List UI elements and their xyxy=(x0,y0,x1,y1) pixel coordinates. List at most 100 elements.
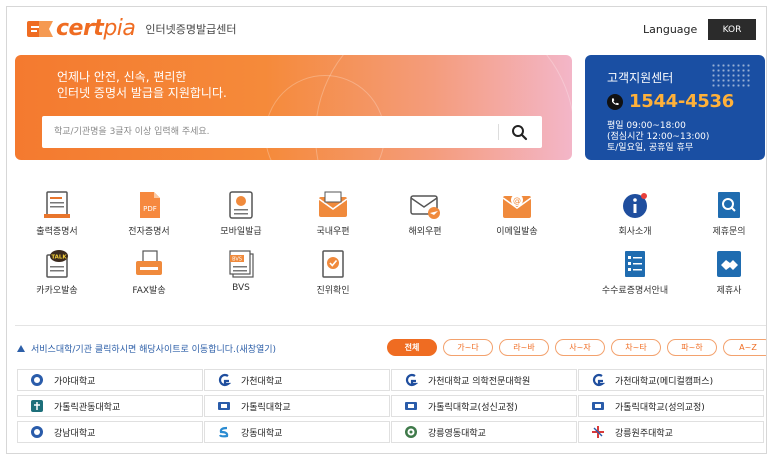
school-link[interactable]: 가톨릭대학교 xyxy=(204,395,390,417)
tab-ra-ba[interactable]: 라~바 xyxy=(499,339,549,356)
school-emblem-icon xyxy=(31,400,43,412)
notice-icon xyxy=(17,345,25,352)
tab-a-z[interactable]: A~Z xyxy=(723,339,766,356)
school-name: 가톨릭대학교 xyxy=(241,402,291,413)
logo-subtitle: 인터넷증명발급센터 xyxy=(145,23,237,36)
menu-label: 출력증명서 xyxy=(36,227,78,237)
menu-label: BVS xyxy=(232,283,250,293)
support-center: 고객지원센터 1544-4536 평일 09:00~18:00 (점심시간 12… xyxy=(585,55,765,160)
menu-partnership-inquiry[interactable]: 제휴문의 xyxy=(689,190,766,237)
school-link[interactable]: 가천대학교 의학전문대학원 xyxy=(391,369,577,391)
document-search-icon xyxy=(718,192,740,218)
envelope-icon xyxy=(318,191,348,217)
menu-bvs[interactable]: BVS BVS xyxy=(201,249,281,293)
language-select[interactable]: KOR xyxy=(708,19,756,40)
notice-text: 서비스대학/기관 클릭하시면 해당사이트로 이동합니다.(새창열기) xyxy=(31,345,277,355)
logo[interactable]: certpia 인터넷증명발급센터 xyxy=(27,17,236,41)
tab-all[interactable]: 전체 xyxy=(387,339,437,356)
tab-cha-ta[interactable]: 차~타 xyxy=(611,339,661,356)
airmail-icon xyxy=(410,195,440,219)
search-input[interactable] xyxy=(54,116,494,148)
menu-mobile-issue[interactable]: 모바일발급 xyxy=(201,190,281,237)
school-link[interactable]: 가톨릭관동대학교 xyxy=(17,395,203,417)
hero-line-2: 인터넷 증명서 발급을 지원합니다. xyxy=(57,86,227,100)
certpia-logo-icon xyxy=(27,21,53,37)
menu-label: 카카오발송 xyxy=(36,286,78,296)
fee-list-icon xyxy=(625,251,645,277)
section-divider xyxy=(15,325,766,326)
menu-label: 국내우편 xyxy=(316,227,350,237)
tab-sa-ja[interactable]: 사~자 xyxy=(555,339,605,356)
svg-text:PDF: PDF xyxy=(143,205,157,213)
school-emblem-icon xyxy=(31,426,43,438)
school-emblem-icon xyxy=(405,426,417,438)
school-emblem-icon xyxy=(592,373,605,387)
school-name: 가천대학교 xyxy=(241,376,283,387)
school-link[interactable]: 가톨릭대학교(성신교정) xyxy=(391,395,577,417)
school-name: 가톨릭관동대학교 xyxy=(54,402,121,413)
school-name: 가톨릭대학교(성의교정) xyxy=(615,402,705,413)
hero-banner: 언제나 안전, 신속, 편리한 인터넷 증명서 발급을 지원합니다. xyxy=(15,55,572,160)
menu-partners[interactable]: 제휴사 xyxy=(689,249,766,296)
menu-label: 회사소개 xyxy=(618,227,652,237)
menu-fee-certificate-guide[interactable]: 수수료증명서안내 xyxy=(595,249,675,296)
school-link[interactable]: 가천대학교(메디컬캠퍼스) xyxy=(578,369,764,391)
support-title: 고객지원센터 xyxy=(607,71,674,85)
menu-label: 해외우편 xyxy=(408,227,442,237)
handshake-icon xyxy=(717,251,741,277)
menu-print-certificate[interactable]: 출력증명서 xyxy=(17,190,97,237)
search-icon[interactable] xyxy=(508,122,530,142)
school-emblem-icon xyxy=(592,426,604,438)
menu-company-intro[interactable]: 회사소개 xyxy=(595,190,675,237)
support-phone[interactable]: 1544-4536 xyxy=(607,91,734,112)
school-link[interactable]: 강릉원주대학교 xyxy=(578,421,764,443)
print-document-icon xyxy=(44,191,70,218)
school-link[interactable]: 가야대학교 xyxy=(17,369,203,391)
notice: 서비스대학/기관 클릭하시면 해당사이트로 이동합니다.(새창열기) xyxy=(17,342,276,355)
menu-label: FAX발송 xyxy=(132,286,166,296)
menu-fax-send[interactable]: FAX발송 xyxy=(109,249,189,296)
menu-e-certificate[interactable]: PDF 전자증명서 xyxy=(109,190,189,237)
decor-dots xyxy=(711,63,751,87)
search-box xyxy=(42,116,542,148)
school-emblem-icon xyxy=(405,373,418,387)
menu-kakao-send[interactable]: TALK 카카오발송 xyxy=(17,249,97,296)
school-name: 강동대학교 xyxy=(241,428,283,439)
tab-ga-da[interactable]: 가~다 xyxy=(443,339,493,356)
menu-overseas-mail[interactable]: 해외우편 xyxy=(385,190,465,237)
logo-text: certpia xyxy=(56,16,136,41)
phone-icon xyxy=(607,93,623,110)
school-link[interactable]: 강남대학교 xyxy=(17,421,203,443)
school-name: 가천대학교(메디컬캠퍼스) xyxy=(615,376,714,387)
search-separator xyxy=(498,124,499,140)
school-emblem-icon xyxy=(219,426,229,438)
mobile-certificate-icon xyxy=(229,191,253,219)
school-emblem-icon xyxy=(218,402,230,410)
school-link[interactable]: 강동대학교 xyxy=(204,421,390,443)
hero-title: 언제나 안전, 신속, 편리한 인터넷 증명서 발급을 지원합니다. xyxy=(57,69,227,101)
menu-email-send[interactable]: @ 이메일발송 xyxy=(477,190,557,237)
header: certpia 인터넷증명발급센터 Language KOR xyxy=(7,7,766,51)
svg-text:TALK: TALK xyxy=(51,255,67,261)
menu-label: 제휴문의 xyxy=(712,227,746,237)
bvs-document-icon: BVS xyxy=(229,250,254,278)
hours-lunch: (점심시간 12:00~13:00) xyxy=(607,132,710,142)
school-link[interactable]: 가톨릭대학교(성의교정) xyxy=(578,395,764,417)
school-name: 가톨릭대학교(성신교정) xyxy=(428,402,518,413)
hours-weekday: 평일 09:00~18:00 xyxy=(607,121,686,131)
menu-verify-authenticity[interactable]: 진위확인 xyxy=(293,249,373,296)
menu-domestic-mail[interactable]: 국내우편 xyxy=(293,190,373,237)
school-link[interactable]: 가천대학교 xyxy=(204,369,390,391)
pdf-icon: PDF xyxy=(140,192,160,218)
school-link[interactable]: 강릉영동대학교 xyxy=(391,421,577,443)
support-hours: 평일 09:00~18:00 (점심시간 12:00~13:00) 토/일요일,… xyxy=(607,121,709,154)
language-label: Language xyxy=(643,23,698,36)
svg-text:BVS: BVS xyxy=(232,257,242,263)
svg-text:@: @ xyxy=(513,196,521,205)
support-phone-number: 1544-4536 xyxy=(629,91,734,112)
verify-icon xyxy=(322,250,344,278)
school-emblem-icon xyxy=(218,373,231,387)
menu-label: 전자증명서 xyxy=(128,227,170,237)
tab-pa-ha[interactable]: 파~하 xyxy=(667,339,717,356)
kakao-talk-icon: TALK xyxy=(46,250,68,278)
